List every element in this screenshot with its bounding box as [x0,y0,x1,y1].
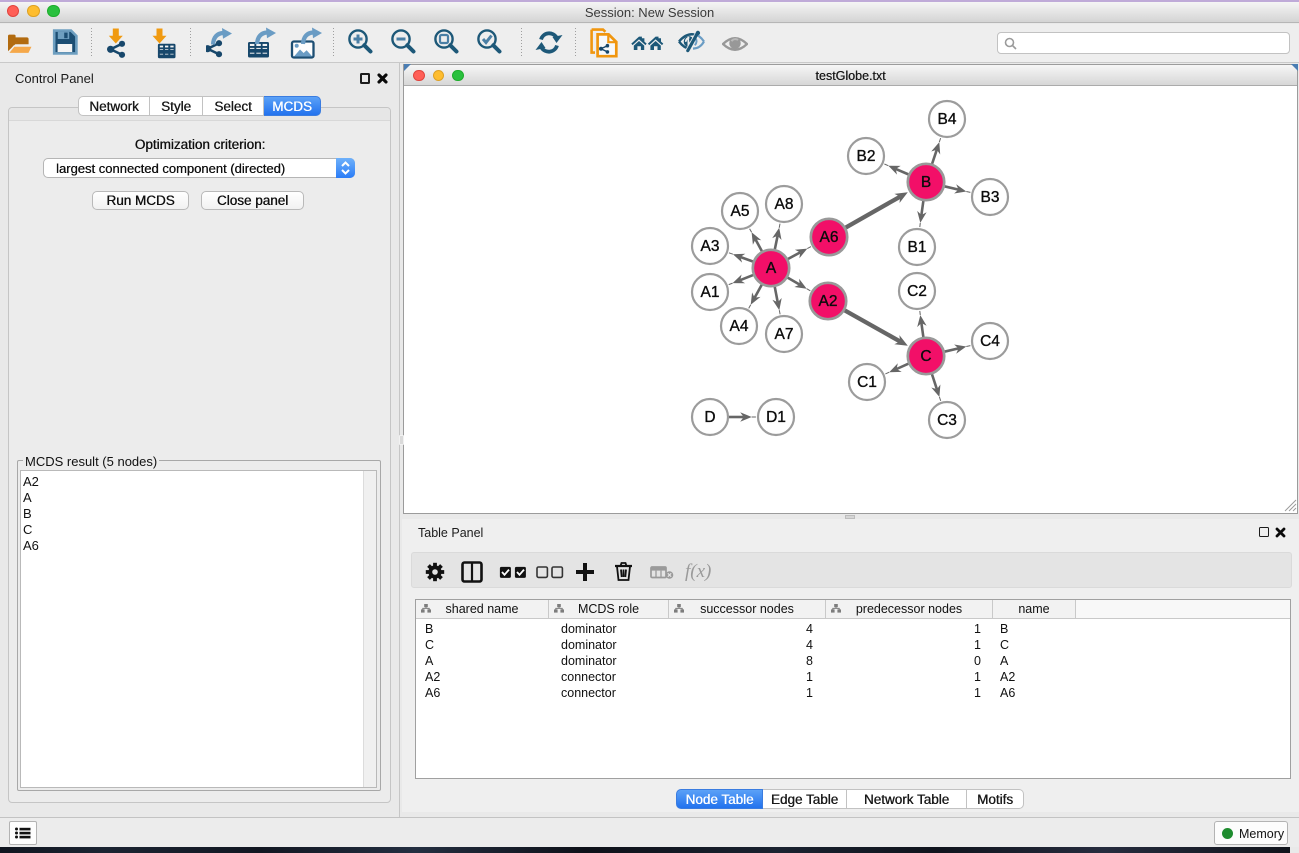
svg-text:A5: A5 [731,203,750,220]
svg-text:C4: C4 [980,333,1000,350]
svg-text:B3: B3 [981,189,1000,206]
svg-text:D: D [704,409,715,426]
svg-text:A6: A6 [820,229,839,246]
svg-text:C1: C1 [857,374,877,391]
svg-text:A4: A4 [730,318,749,335]
svg-text:C: C [920,348,931,365]
svg-text:C2: C2 [907,283,927,300]
svg-text:A1: A1 [701,284,720,301]
svg-text:A3: A3 [701,238,720,255]
svg-text:A: A [766,260,777,277]
svg-text:A7: A7 [775,326,794,343]
svg-text:B4: B4 [938,111,957,128]
svg-text:D1: D1 [766,409,786,426]
svg-text:B1: B1 [908,239,927,256]
svg-text:B2: B2 [857,148,876,165]
svg-text:B: B [921,174,931,191]
svg-text:A2: A2 [819,293,838,310]
svg-text:A8: A8 [775,196,794,213]
svg-text:C3: C3 [937,412,957,429]
